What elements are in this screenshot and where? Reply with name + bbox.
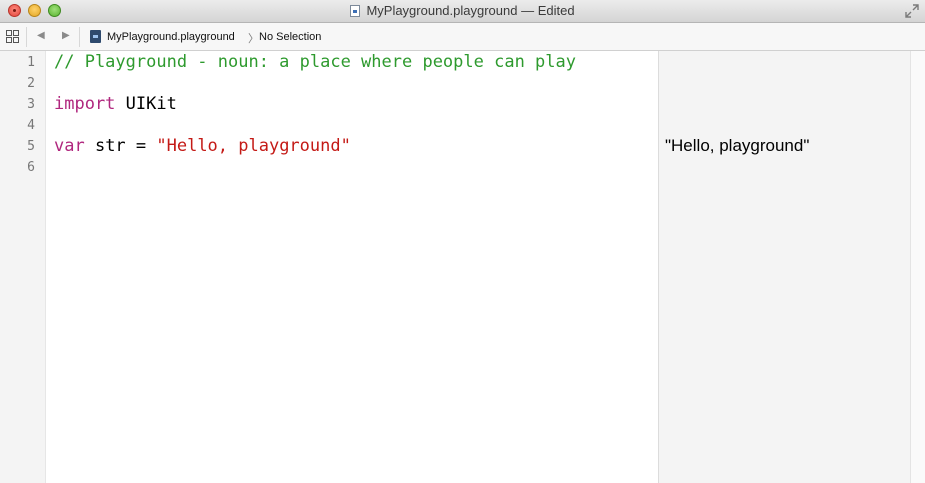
line-number: 6 — [27, 160, 35, 175]
identifier-token: UIKit — [115, 94, 177, 114]
jumpbar-divider — [79, 27, 80, 47]
line-number: 5 — [27, 139, 35, 154]
forward-arrow-icon[interactable]: ▶ — [62, 30, 70, 41]
window-title-group: MyPlayground.playground — Edited — [0, 3, 925, 18]
code-line-5[interactable]: var str = "Hello, playground" — [54, 136, 351, 156]
window-titlebar: MyPlayground.playground — Edited — [0, 0, 925, 23]
vertical-scrollbar[interactable] — [910, 51, 925, 483]
line-number-gutter: 1 2 3 4 5 6 — [0, 51, 46, 483]
line-number: 2 — [27, 76, 35, 91]
code-line-3[interactable]: import UIKit — [54, 94, 177, 114]
line-number: 4 — [27, 118, 35, 133]
document-icon — [350, 5, 361, 17]
keyword-token: var — [54, 136, 85, 156]
code-editor[interactable]: // Playground - noun: a place where peop… — [46, 51, 658, 483]
line-number: 1 — [27, 55, 35, 70]
keyword-token: import — [54, 94, 116, 114]
identifier-token: str = — [84, 136, 157, 156]
related-items-grid-icon[interactable] — [6, 30, 19, 43]
window-title: MyPlayground.playground — Edited — [366, 3, 575, 18]
result-value-line-5[interactable]: "Hello, playground" — [665, 136, 809, 156]
results-sidebar: "Hello, playground" — [658, 51, 910, 483]
comment-token: // Playground - noun: a place where peop… — [54, 52, 576, 72]
string-literal-token: "Hello, playground" — [156, 136, 351, 156]
jumpbar-divider — [26, 27, 27, 47]
breadcrumb-file[interactable]: MyPlayground.playground — [107, 31, 235, 43]
playground-file-icon — [90, 30, 101, 43]
jump-bar: ◀ ▶ MyPlayground.playground 〉 No Selecti… — [0, 23, 925, 51]
breadcrumb-chevron-icon: 〉 — [248, 33, 259, 45]
fullscreen-arrows-icon[interactable] — [905, 4, 919, 18]
code-line-1[interactable]: // Playground - noun: a place where peop… — [54, 52, 576, 72]
back-arrow-icon[interactable]: ◀ — [37, 30, 45, 41]
breadcrumb-selection[interactable]: No Selection — [259, 31, 321, 43]
line-number: 3 — [27, 97, 35, 112]
